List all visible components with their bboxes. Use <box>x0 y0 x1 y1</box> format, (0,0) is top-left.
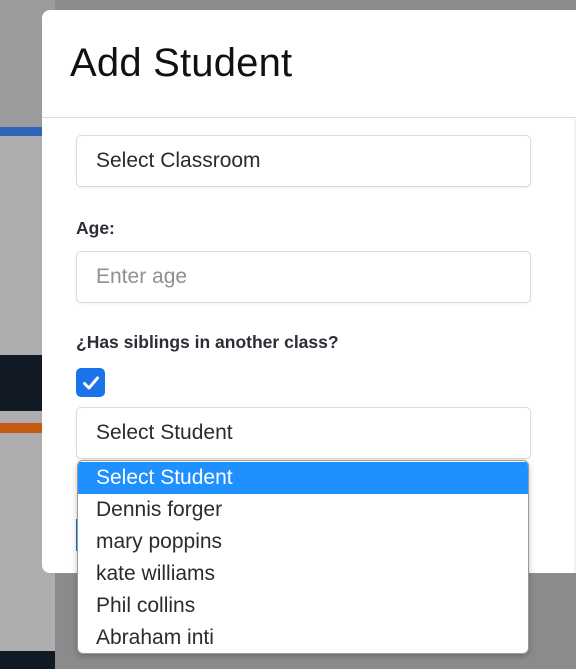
classroom-select-value: Select Classroom <box>96 149 261 172</box>
dropdown-option[interactable]: mary poppins <box>78 526 528 558</box>
classroom-select[interactable]: Select Classroom <box>76 135 531 187</box>
dropdown-option[interactable]: kate williams <box>78 558 528 590</box>
student-dropdown-list: Select Student Dennis forger mary poppin… <box>77 460 529 654</box>
modal-header: Add Student <box>42 10 576 118</box>
age-label: Age: <box>76 218 115 238</box>
checkmark-icon <box>82 376 99 389</box>
siblings-checkbox[interactable] <box>76 368 105 397</box>
student-select[interactable]: Select Student <box>76 407 531 459</box>
age-input-placeholder: Enter age <box>96 265 188 288</box>
age-input[interactable]: Enter age <box>76 251 531 303</box>
dropdown-option[interactable]: Abraham inti <box>78 622 528 653</box>
dropdown-option[interactable]: Phil collins <box>78 590 528 622</box>
siblings-label: ¿Has siblings in another class? <box>76 332 339 352</box>
modal-title: Add Student <box>70 41 293 85</box>
background-footer-panel <box>0 651 55 669</box>
dropdown-option[interactable]: Select Student <box>78 462 528 494</box>
student-select-value: Select Student <box>96 421 233 444</box>
dropdown-option[interactable]: Dennis forger <box>78 494 528 526</box>
